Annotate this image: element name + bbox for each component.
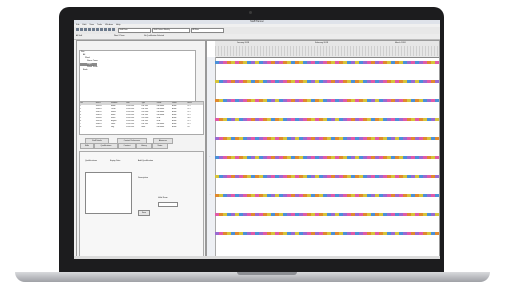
shift-track [215, 232, 439, 235]
table-cell: RN Band5 [156, 127, 165, 128]
expiry-date-label: Expiry Date [110, 160, 121, 162]
qualification-form: Qualifications Expiry Date Add Qualifica… [79, 151, 204, 257]
status-bar [74, 256, 440, 259]
tree-item-bank[interactable]: Bank [80, 69, 195, 72]
row-label: Clarke [207, 80, 212, 81]
table-cell: Bank [141, 127, 146, 128]
shift-block[interactable] [435, 194, 439, 197]
tab-notes[interactable]: Notes [152, 143, 168, 149]
filter-team[interactable]: Ward 1 Team [114, 34, 139, 39]
month-label: January 2018 [237, 42, 250, 44]
table-cell: 0.0 [187, 127, 190, 128]
application-window: Staff Planner File Edit View Tools Windo… [74, 20, 440, 259]
valid-from-label: Valid From [158, 197, 168, 199]
copy-icon[interactable] [96, 28, 99, 31]
filter-staff[interactable]: All Staff [76, 34, 96, 39]
paste-icon[interactable] [100, 28, 103, 31]
row-label: King [207, 194, 211, 195]
detail-tabs: Staff Details Contact Preferences Absenc… [79, 138, 202, 150]
rota-timeline: January 2018 February 2018 March 2018 Br… [206, 40, 440, 258]
table-cell: King [110, 127, 115, 128]
table-cell: 8 [80, 127, 82, 128]
tab-history[interactable]: History [136, 143, 152, 149]
table-row[interactable]: 8 1007440 King 01/01/2018 Bank RN Band5 Active… [80, 126, 203, 129]
table-cell: 1007440 [95, 127, 102, 128]
row-label: Green [207, 137, 212, 138]
shift-track [215, 61, 439, 64]
month-label: February 2018 [315, 42, 329, 44]
tab-skills[interactable]: Skills [80, 143, 94, 149]
row-label: Lee [207, 213, 211, 214]
camera [249, 11, 252, 14]
table-body: 1 1002991 Brown 01/01/2018 Full Time RN Band5… [80, 105, 203, 129]
shift-block[interactable] [435, 80, 439, 83]
shift-track [215, 156, 439, 159]
zoom-icon[interactable] [112, 28, 115, 31]
shift-track [215, 194, 439, 197]
description-label: Description [138, 177, 149, 179]
shift-block[interactable] [435, 61, 439, 64]
laptop-base [15, 272, 490, 282]
shift-track [215, 80, 439, 83]
new-icon[interactable] [76, 28, 79, 31]
print-icon[interactable] [88, 28, 91, 31]
shift-block[interactable] [435, 137, 439, 140]
shift-track [215, 137, 439, 140]
pattern-select[interactable]: Shift Pattern Weekly [152, 28, 190, 33]
filter-qualification[interactable]: No Qualification Selected [144, 34, 189, 39]
view-select[interactable]: Staff Rota [118, 28, 151, 33]
row-label: Moss [207, 232, 212, 233]
shift-block[interactable] [435, 156, 439, 159]
row-label: Jones [207, 175, 212, 176]
add-qualification-label: Add Qualification [138, 160, 154, 162]
shift-block[interactable] [435, 118, 439, 121]
shift-track [215, 118, 439, 121]
laptop-notch [237, 272, 297, 275]
save-button[interactable]: Save [138, 210, 150, 216]
shift-track [215, 99, 439, 102]
table-cell: 01/01/2018 [126, 127, 135, 128]
table-cell: Active [172, 127, 177, 128]
row-label: Hughes [207, 156, 213, 157]
day-ticks [215, 46, 439, 56]
staff-table: Ref Staff ID Surname Start Type Grade St… [79, 101, 204, 135]
undo-icon[interactable] [104, 28, 107, 31]
site-tree: Site All Ward Nurse Team Night Relief Te… [79, 50, 196, 102]
shift-block[interactable] [435, 213, 439, 216]
shift-block[interactable] [435, 175, 439, 178]
row-label: Brown [207, 61, 212, 62]
tab-contract[interactable]: Contract [118, 143, 136, 149]
tree-item-nurse-team[interactable]: Nurse Team [80, 60, 195, 63]
shift-track [215, 213, 439, 216]
redo-icon[interactable] [108, 28, 111, 31]
timeline-header: January 2018 February 2018 March 2018 [215, 41, 439, 58]
valid-from-input[interactable] [158, 202, 178, 207]
shift-block[interactable] [435, 232, 439, 235]
cut-icon[interactable] [92, 28, 95, 31]
open-icon[interactable] [80, 28, 83, 31]
left-panel: Site All Ward Nurse Team Night Relief Te… [76, 40, 206, 258]
row-label: Davies [207, 99, 213, 100]
shift-track [215, 175, 439, 178]
save-icon[interactable] [84, 28, 87, 31]
site-select[interactable]: All Sites [191, 28, 224, 33]
shift-block[interactable] [435, 99, 439, 102]
qualifications-list[interactable] [85, 172, 132, 214]
qualifications-label: Qualifications [85, 160, 98, 162]
row-label: Evans [207, 118, 212, 119]
tab-qualifications[interactable]: Qualifications [94, 143, 118, 149]
month-label: March 2018 [395, 42, 406, 44]
